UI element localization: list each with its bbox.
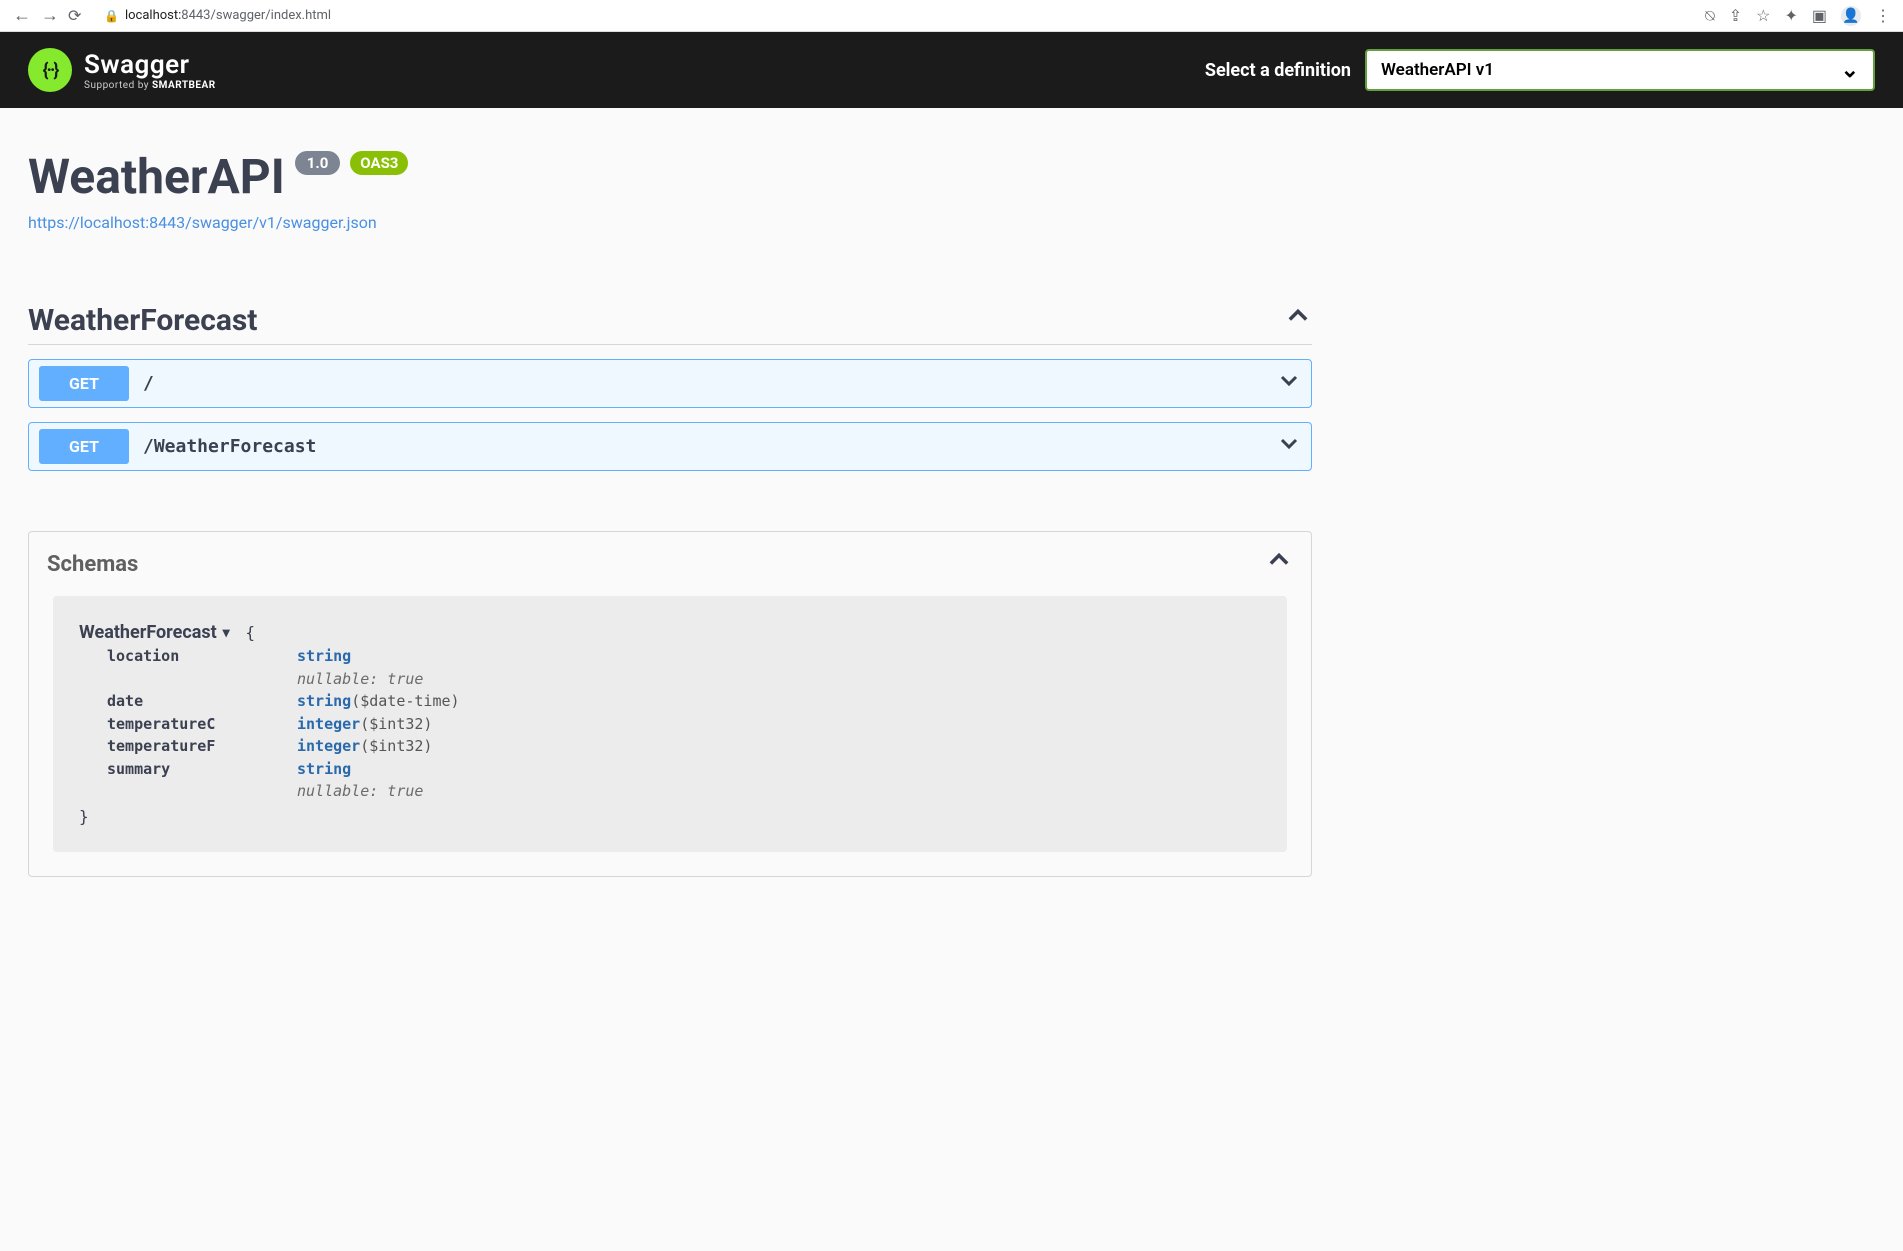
model-property: temperatureFinteger($int32)	[107, 735, 1261, 758]
http-method-badge: GET	[39, 366, 129, 401]
brand: {··} Swagger Supported by SMARTBEAR	[28, 48, 216, 92]
chevron-down-icon: ⌄	[1841, 58, 1859, 83]
operation-row[interactable]: GET/WeatherForecast	[28, 422, 1312, 471]
definition-label: Select a definition	[1205, 60, 1351, 81]
url-path: 8443/swagger/index.html	[181, 8, 331, 23]
kebab-menu-icon[interactable]: ⋮	[1875, 6, 1891, 25]
browser-tools: ⍉ ⇪ ☆ ✦ ▣ 👤 ⋮	[1705, 6, 1891, 26]
share-icon[interactable]: ⇪	[1729, 6, 1742, 25]
extensions-icon[interactable]: ✦	[1784, 6, 1797, 25]
address-bar[interactable]: 🔒 localhost:8443/swagger/index.html	[96, 8, 1697, 23]
property-type: integer($int32)	[297, 713, 432, 736]
property-nullable: nullable: true	[107, 668, 1261, 691]
schemas-container: Schemas WeatherForecast ▾ { locationstri…	[28, 531, 1312, 877]
model-close-brace: }	[79, 807, 1261, 826]
schema-body: WeatherForecast ▾ { locationstringnullab…	[53, 596, 1287, 852]
http-method-badge: GET	[39, 429, 129, 464]
forward-button[interactable]: →	[40, 5, 60, 26]
version-badge: 1.0	[295, 151, 341, 175]
operation-path: /WeatherForecast	[143, 436, 316, 457]
property-type: integer($int32)	[297, 735, 432, 758]
property-type: string($date-time)	[297, 690, 460, 713]
definition-select[interactable]: WeatherAPI v1 ⌄	[1365, 49, 1875, 91]
lock-icon: 🔒	[104, 9, 119, 23]
reload-button[interactable]: ⟳	[68, 6, 88, 25]
definition-selected-value: WeatherAPI v1	[1381, 60, 1494, 80]
tag-header[interactable]: WeatherForecast	[28, 302, 1312, 345]
model-property: summarystring	[107, 758, 1261, 781]
chevron-down-icon	[1277, 431, 1301, 462]
caret-down-icon: ▾	[223, 625, 230, 641]
operation-row[interactable]: GET /	[28, 359, 1312, 408]
property-name: temperatureF	[107, 735, 297, 758]
property-type: string	[297, 645, 351, 668]
profile-avatar[interactable]: 👤	[1841, 6, 1861, 26]
swagger-logo-icon: {··}	[28, 48, 72, 92]
model-name[interactable]: WeatherForecast ▾ {	[79, 622, 255, 643]
property-name: temperatureC	[107, 713, 297, 736]
oas-badge: OAS3	[350, 151, 408, 175]
url-host: localhost:	[125, 8, 181, 23]
bookmark-icon[interactable]: ☆	[1756, 6, 1770, 25]
model-property: temperatureCinteger($int32)	[107, 713, 1261, 736]
tag-name: WeatherForecast	[28, 303, 257, 338]
browser-chrome: ← → ⟳ 🔒 localhost:8443/swagger/index.htm…	[0, 0, 1903, 32]
property-name: location	[107, 645, 297, 668]
back-button[interactable]: ←	[12, 5, 32, 26]
property-name: date	[107, 690, 297, 713]
property-name: summary	[107, 758, 297, 781]
operation-path: /	[143, 373, 154, 394]
brand-name: Swagger	[84, 50, 216, 80]
panel-icon[interactable]: ▣	[1812, 6, 1827, 25]
api-title: WeatherAPI	[28, 148, 285, 205]
topbar: {··} Swagger Supported by SMARTBEAR Sele…	[0, 32, 1903, 108]
schemas-header[interactable]: Schemas	[29, 532, 1311, 596]
property-type: string	[297, 758, 351, 781]
chevron-up-icon	[1284, 302, 1312, 338]
zoom-icon[interactable]: ⍉	[1705, 6, 1715, 26]
model-property: datestring($date-time)	[107, 690, 1261, 713]
schemas-title: Schemas	[47, 552, 138, 577]
chevron-down-icon	[1277, 368, 1301, 399]
spec-url-link[interactable]: https://localhost:8443/swagger/v1/swagge…	[28, 213, 377, 232]
property-nullable: nullable: true	[107, 780, 1261, 803]
chevron-up-icon	[1265, 546, 1293, 582]
model-property: locationstring	[107, 645, 1261, 668]
brand-subtitle: Supported by SMARTBEAR	[84, 80, 216, 91]
